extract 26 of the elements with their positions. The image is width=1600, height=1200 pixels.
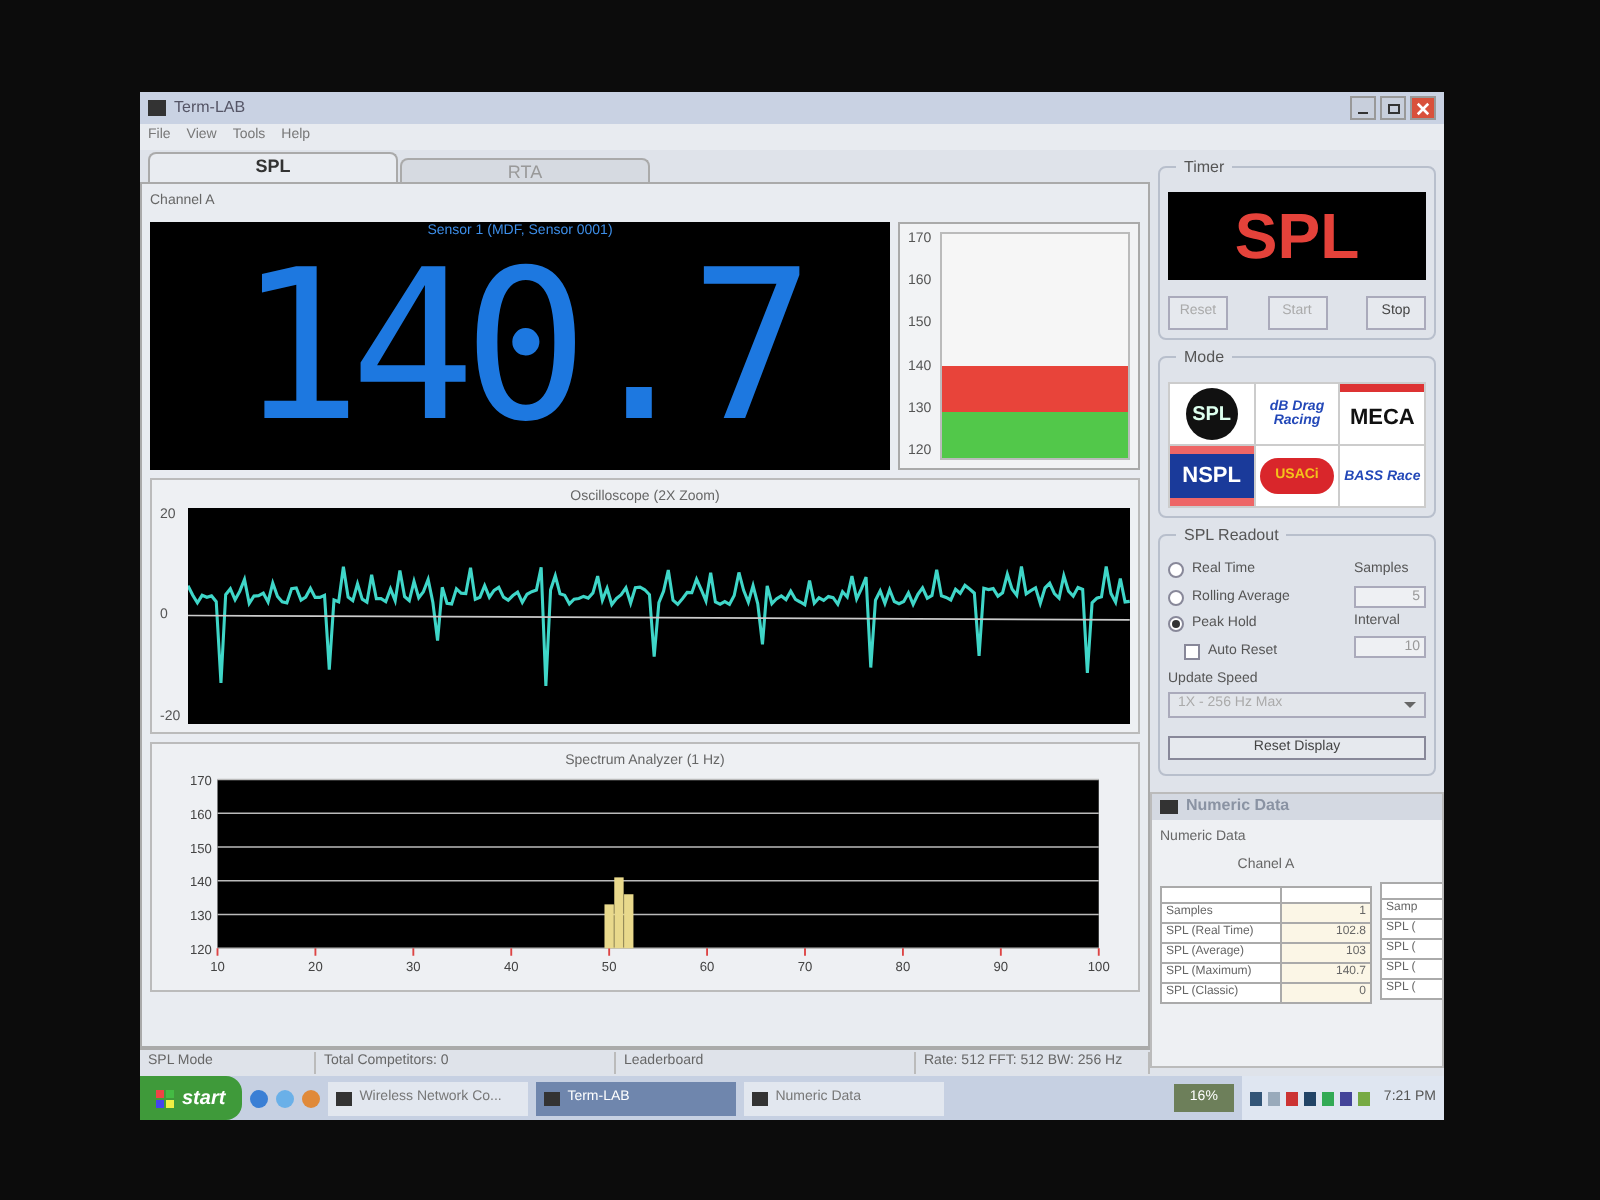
timer-label: SPL	[1234, 204, 1360, 268]
close-icon	[1416, 101, 1430, 115]
windows-logo-icon	[156, 1089, 174, 1107]
window-icon	[1160, 799, 1178, 813]
radio-button[interactable]	[1168, 589, 1184, 606]
spl-reading: 140.7	[236, 242, 804, 450]
tab[interactable]: RTA	[400, 158, 650, 182]
minimize-button[interactable]	[1350, 96, 1376, 120]
window-title: Term-LAB	[174, 96, 246, 120]
logo[interactable]: NSPL	[1170, 446, 1254, 506]
close-button[interactable]	[1410, 96, 1436, 120]
checkbox[interactable]	[1184, 643, 1200, 660]
caret-icon	[1404, 701, 1416, 707]
minimize-icon	[1358, 112, 1368, 114]
maximize-button[interactable]	[1380, 96, 1406, 120]
radio-button[interactable]	[1168, 616, 1184, 633]
radio-button[interactable]	[1168, 562, 1184, 579]
window-icon	[543, 1091, 560, 1105]
window-title: Numeric Data	[1186, 794, 1290, 818]
start-button[interactable]: start	[140, 1076, 242, 1120]
logo[interactable]: MECA	[1340, 384, 1424, 444]
maximize-icon	[1387, 103, 1399, 113]
logo[interactable]: SPL	[1185, 388, 1238, 440]
window-icon	[751, 1091, 768, 1105]
tab[interactable]: SPL	[148, 152, 398, 182]
window-icon	[335, 1091, 352, 1105]
